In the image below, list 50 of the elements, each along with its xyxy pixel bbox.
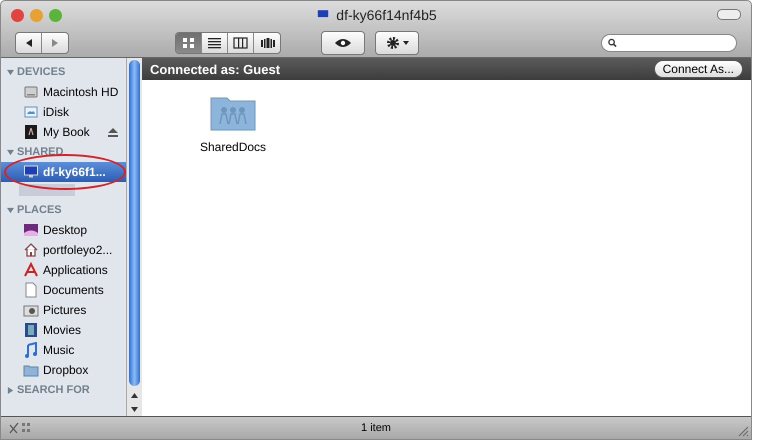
up-arrow-icon — [131, 392, 138, 398]
coverflow-view-icon — [260, 36, 274, 50]
icons-view-icon — [181, 36, 196, 50]
sidebar-item[interactable]: iDisk — [1, 102, 126, 122]
sidebar-item[interactable]: portfoleyo2... — [1, 240, 126, 260]
search-icon — [608, 38, 617, 48]
quick-look-button[interactable] — [321, 31, 365, 55]
down-arrow-icon — [131, 406, 138, 412]
sidebar-item[interactable]: My Book — [1, 122, 126, 142]
disclosure-triangle-icon — [7, 68, 14, 76]
sidebar-item[interactable]: Macintosh HD — [1, 82, 126, 102]
movies-icon — [23, 322, 39, 338]
connect-as-button[interactable]: Connect As... — [654, 60, 743, 78]
documents-icon — [23, 282, 39, 298]
caret-icon — [402, 41, 408, 45]
desktop-icon — [23, 222, 39, 238]
forward-arrow-icon — [50, 38, 60, 48]
drive-icon — [23, 84, 39, 100]
disclosure-triangle-icon — [7, 148, 14, 156]
sidebar-item[interactable]: Pictures — [1, 300, 126, 320]
sidebar-item[interactable]: Movies — [1, 320, 126, 340]
sidebar-item[interactable]: Applications — [1, 260, 126, 280]
eject-icon[interactable] — [108, 128, 118, 136]
home-icon — [23, 242, 39, 258]
back-arrow-icon — [24, 38, 34, 48]
sidebar-item[interactable]: Desktop — [1, 220, 126, 240]
item-count: 1 item — [361, 422, 391, 434]
columns-view-icon — [233, 36, 248, 50]
eye-icon — [334, 38, 352, 48]
action-menu-button[interactable] — [375, 31, 419, 55]
toolbar-toggle-button[interactable] — [717, 9, 741, 20]
sidebar-item[interactable]: Music — [1, 340, 126, 360]
window-control-button[interactable] — [11, 8, 24, 22]
music-icon — [23, 342, 39, 358]
window-title: df-ky66f14nf4b5 — [336, 7, 437, 23]
computer-icon — [23, 164, 39, 180]
folder-item[interactable]: SharedDocs — [200, 92, 266, 154]
apps-icon — [23, 262, 39, 278]
search-field[interactable] — [601, 34, 737, 52]
scrollbar-thumb[interactable] — [129, 60, 140, 386]
sidebar-item[interactable]: df-ky66f1... — [1, 162, 126, 182]
sidebar-item[interactable]: Documents — [1, 280, 126, 300]
sidebar-resize-icon[interactable] — [9, 421, 33, 435]
gear-icon — [386, 36, 400, 50]
list-view-icon — [207, 36, 222, 50]
connection-status: Connected as: Guest — [150, 62, 280, 76]
disclosure-triangle-icon — [7, 206, 14, 214]
resize-grip-icon[interactable] — [737, 425, 749, 437]
sidebar-item[interactable]: Dropbox — [1, 360, 126, 380]
disclosure-triangle-icon — [7, 386, 14, 394]
